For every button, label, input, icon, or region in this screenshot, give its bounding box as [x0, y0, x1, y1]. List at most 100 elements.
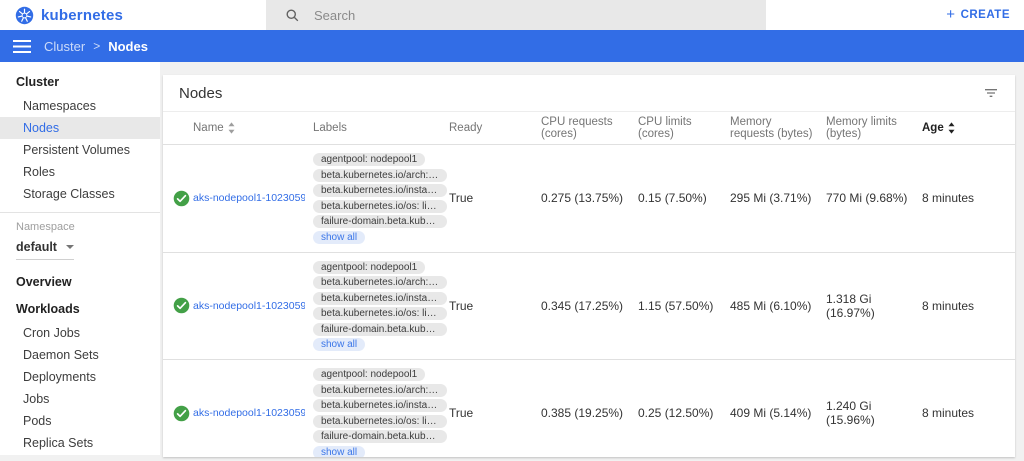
search-input[interactable] [314, 8, 694, 23]
namespace-select[interactable]: default [16, 240, 74, 260]
node-name-link[interactable]: aks-nodepool1-10230590-vm... [193, 192, 305, 204]
table-row[interactable]: aks-nodepool1-10230590-vm... agentpool: … [163, 360, 1015, 457]
create-button[interactable]: + CREATE [946, 8, 1010, 22]
sidebar-item-storage-classes[interactable]: Storage Classes [0, 183, 160, 205]
top-header: kubernetes + CREATE [0, 0, 1024, 30]
namespace-select-value: default [16, 240, 57, 254]
cpu-limits-cell: 1.15 (57.50%) [638, 299, 730, 313]
column-header-cpu-limits: CPU limits (cores) [638, 116, 730, 140]
sidebar-item-daemon-sets[interactable]: Daemon Sets [0, 344, 160, 366]
sort-icon [227, 122, 236, 134]
age-cell: 8 minutes [922, 299, 1015, 313]
sidebar-group-cluster[interactable]: Cluster [0, 68, 160, 95]
sidebar-item-cron-jobs[interactable]: Cron Jobs [0, 322, 160, 344]
column-header-age[interactable]: Age [922, 122, 1015, 134]
breadcrumb-separator-icon: > [93, 39, 100, 53]
sidebar-item-namespaces[interactable]: Namespaces [0, 95, 160, 117]
cpu-limits-cell: 0.15 (7.50%) [638, 191, 730, 205]
cpu-limits-cell: 0.25 (12.50%) [638, 406, 730, 420]
label-chip: failure-domain.beta.kubernet.. [313, 215, 447, 228]
nodes-card: Nodes Name Labels Ready CPU r [163, 75, 1015, 457]
label-chip: beta.kubernetes.io/os: linux [313, 200, 447, 213]
card-title: Nodes [179, 85, 222, 102]
show-all-button[interactable]: show all [313, 231, 365, 244]
label-chip: beta.kubernetes.io/arch: amd. [313, 276, 447, 289]
breadcrumb: Cluster > Nodes [44, 39, 148, 54]
age-cell: 8 minutes [922, 406, 1015, 420]
table-row[interactable]: aks-nodepool1-10230590-vm... agentpool: … [163, 145, 1015, 253]
sidebar-item-replica-sets[interactable]: Replica Sets [0, 432, 160, 454]
sidebar-item-replication-controllers[interactable]: Replication Controllers [0, 454, 160, 455]
column-header-ready: Ready [449, 122, 541, 134]
breadcrumb-current: Nodes [108, 39, 148, 54]
label-chip: beta.kubernetes.io/os: linux [313, 307, 447, 320]
status-ok-icon [173, 190, 190, 207]
node-name-link[interactable]: aks-nodepool1-10230590-vm... [193, 300, 305, 312]
column-header-memory-limits: Memory limits (bytes) [826, 116, 922, 140]
sidebar: Cluster Namespaces Nodes Persistent Volu… [0, 62, 160, 455]
cpu-requests-cell: 0.275 (13.75%) [541, 191, 638, 205]
status-ok-icon [173, 297, 190, 314]
label-chip: beta.kubernetes.io/os: linux [313, 415, 447, 428]
sidebar-item-jobs[interactable]: Jobs [0, 388, 160, 410]
create-button-label: CREATE [961, 9, 1010, 21]
labels-cell: agentpool: nodepool1 beta.kubernetes.io/… [313, 261, 449, 352]
status-ok-icon [173, 405, 190, 422]
brand-name: kubernetes [41, 7, 123, 24]
label-chip: beta.kubernetes.io/arch: amd. [313, 169, 447, 182]
labels-cell: agentpool: nodepool1 beta.kubernetes.io/… [313, 153, 449, 244]
brand-logo[interactable]: kubernetes [0, 6, 123, 25]
search-icon [285, 8, 300, 23]
sidebar-item-deployments[interactable]: Deployments [0, 366, 160, 388]
ready-cell: True [449, 299, 541, 313]
card-header: Nodes [163, 75, 1015, 112]
menu-icon[interactable] [0, 40, 44, 53]
plus-icon: + [946, 7, 955, 22]
sidebar-item-pods[interactable]: Pods [0, 410, 160, 432]
filter-icon[interactable] [983, 85, 999, 101]
node-name-link[interactable]: aks-nodepool1-10230590-vm... [193, 407, 305, 419]
sidebar-group-workloads[interactable]: Workloads [0, 295, 160, 322]
label-chip: beta.kubernetes.io/instance-t. [313, 292, 447, 305]
breadcrumb-bar: Cluster > Nodes [0, 30, 1024, 62]
age-cell: 8 minutes [922, 191, 1015, 205]
breadcrumb-cluster[interactable]: Cluster [44, 39, 85, 54]
table-row[interactable]: aks-nodepool1-10230590-vm... agentpool: … [163, 253, 1015, 361]
label-chip: beta.kubernetes.io/instance-t. [313, 399, 447, 412]
memory-limits-cell: 1.318 Gi (16.97%) [826, 292, 922, 320]
cpu-requests-cell: 0.345 (17.25%) [541, 299, 638, 313]
column-header-age-label: Age [922, 122, 944, 134]
column-header-name[interactable]: Name [193, 122, 313, 134]
sidebar-item-overview[interactable]: Overview [0, 268, 160, 295]
sidebar-divider [0, 212, 160, 213]
chevron-down-icon [66, 245, 74, 249]
column-header-cpu-requests: CPU requests (cores) [541, 116, 638, 140]
memory-limits-cell: 770 Mi (9.68%) [826, 191, 922, 205]
label-chip: beta.kubernetes.io/arch: amd. [313, 384, 447, 397]
kubernetes-wheel-icon [15, 6, 34, 25]
ready-cell: True [449, 191, 541, 205]
memory-requests-cell: 485 Mi (6.10%) [730, 299, 826, 313]
column-header-labels: Labels [313, 122, 449, 134]
label-chip: failure-domain.beta.kubernet.. [313, 430, 447, 443]
ready-cell: True [449, 406, 541, 420]
label-chip: agentpool: nodepool1 [313, 368, 425, 381]
main-area: Cluster Namespaces Nodes Persistent Volu… [0, 62, 1024, 461]
sort-icon [947, 122, 956, 134]
memory-limits-cell: 1.240 Gi (15.96%) [826, 399, 922, 427]
memory-requests-cell: 409 Mi (5.14%) [730, 406, 826, 420]
sidebar-item-nodes[interactable]: Nodes [0, 117, 160, 139]
label-chip: beta.kubernetes.io/instance-t. [313, 184, 447, 197]
sidebar-item-roles[interactable]: Roles [0, 161, 160, 183]
table-header: Name Labels Ready CPU requests (cores) C… [163, 112, 1015, 145]
search-bar[interactable] [266, 0, 766, 30]
show-all-button[interactable]: show all [313, 446, 365, 458]
namespace-label: Namespace [0, 218, 160, 235]
label-chip: agentpool: nodepool1 [313, 153, 425, 166]
column-header-name-label: Name [193, 122, 224, 134]
labels-cell: agentpool: nodepool1 beta.kubernetes.io/… [313, 368, 449, 457]
cpu-requests-cell: 0.385 (19.25%) [541, 406, 638, 420]
show-all-button[interactable]: show all [313, 338, 365, 351]
sidebar-item-persistent-volumes[interactable]: Persistent Volumes [0, 139, 160, 161]
label-chip: failure-domain.beta.kubernet.. [313, 323, 447, 336]
